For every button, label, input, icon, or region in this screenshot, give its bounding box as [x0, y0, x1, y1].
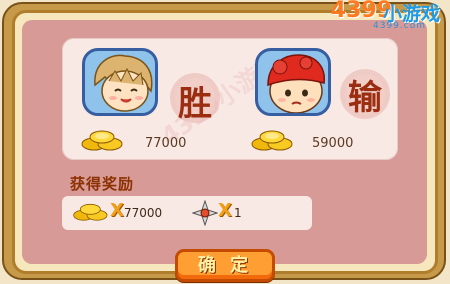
confirm-button-label: 确 定 [197, 255, 253, 276]
red-cap-girl-avatar-icon [267, 54, 325, 113]
loser-score: 59000 [312, 136, 354, 151]
blond-boy-avatar-icon [94, 54, 153, 112]
winner-avatar [82, 48, 158, 116]
multiply-sign: X [110, 200, 124, 221]
compass-star-icon [191, 199, 219, 227]
brand-url: 4399.com [373, 21, 426, 31]
gold-coins-icon [80, 126, 128, 152]
reward-coins-amount: 77000 [124, 206, 163, 220]
reward-title: 获得奖励 [70, 175, 135, 193]
winner-score: 77000 [145, 136, 187, 151]
loser-avatar [255, 48, 331, 116]
gold-coins-icon [72, 199, 112, 223]
brand-logo: 4399 小游戏 4399.com [282, 0, 442, 36]
multiply-sign: X [218, 200, 232, 221]
reward-item-amount: 1 [234, 206, 242, 220]
lose-label: 输 [348, 78, 382, 118]
confirm-button[interactable]: 确 定 [175, 249, 275, 282]
gold-coins-icon [250, 126, 298, 152]
win-label: 胜 [178, 84, 212, 124]
